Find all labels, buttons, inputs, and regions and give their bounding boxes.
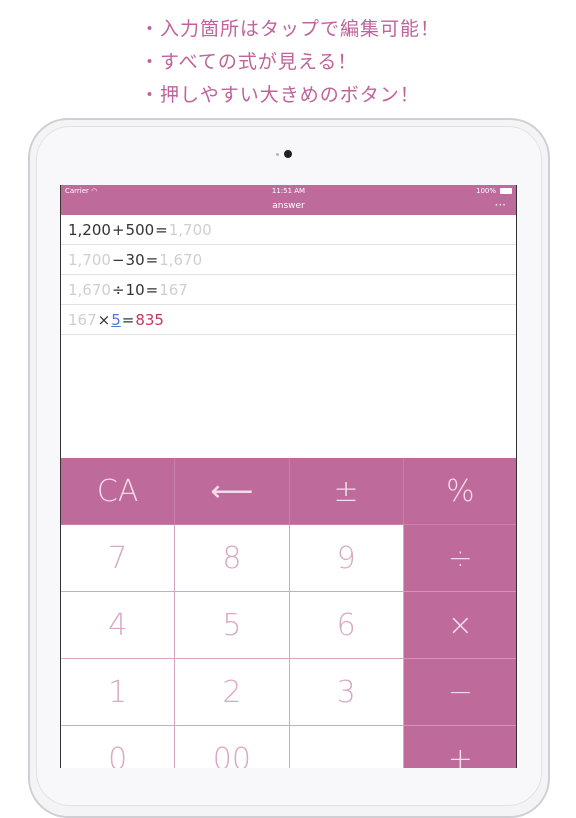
operator: ÷ [111, 281, 125, 299]
calculation-history: 1,200+500=1,700 1,700−30=1,670 1,670÷10=… [61, 215, 516, 335]
operand-b[interactable]: 500 [126, 221, 155, 239]
digit-9-button[interactable]: 9 [289, 525, 404, 592]
status-time: 11:51 AM [271, 187, 306, 195]
digit-1-button[interactable]: 1 [61, 659, 176, 726]
history-row[interactable]: 1,670÷10=167 [61, 276, 516, 305]
operator: × [97, 311, 111, 329]
status-bar: Carrier ◠ 11:51 AM 100% [61, 185, 516, 198]
operand-b[interactable]: 30 [126, 251, 145, 269]
battery-percent: 100% [475, 187, 496, 195]
history-row[interactable]: 1,200+500=1,700 [61, 216, 516, 245]
promo-line-1: ・入力箇所はタップで編集可能！ [140, 18, 441, 40]
add-button[interactable]: + [403, 726, 516, 768]
operand-b-editing[interactable]: 5 [111, 311, 121, 329]
result: 1,700 [168, 221, 212, 239]
keypad: CA ⟵ ± % 7 8 9 ÷ 4 5 6 × 1 2 3 − 0 00 + [61, 458, 516, 768]
operand-a[interactable]: 1,700 [68, 251, 111, 269]
history-row[interactable]: 1,700−30=1,670 [61, 246, 516, 275]
result: 1,670 [159, 251, 203, 269]
double-zero-button[interactable]: 00 [175, 726, 290, 768]
app-screen: Carrier ◠ 11:51 AM 100% answer ··· 1,200… [60, 185, 517, 768]
operand-a[interactable]: 167 [68, 311, 97, 329]
subtract-button[interactable]: − [403, 659, 516, 726]
operand-a[interactable]: 1,200 [68, 221, 111, 239]
more-icon[interactable]: ··· [495, 198, 506, 212]
operator: − [111, 251, 125, 269]
camera-icon [284, 150, 292, 158]
digit-8-button[interactable]: 8 [175, 525, 290, 592]
digit-2-button[interactable]: 2 [175, 659, 290, 726]
plus-minus-button[interactable]: ± [289, 458, 404, 525]
digit-0-button[interactable]: 0 [61, 726, 176, 768]
promo-line-3: ・押しやすい大きめのボタン！ [140, 84, 420, 106]
backspace-button[interactable]: ⟵ [175, 458, 290, 525]
decimal-button[interactable] [289, 726, 404, 768]
digit-4-button[interactable]: 4 [61, 592, 176, 659]
operator: + [111, 221, 125, 239]
clear-all-button[interactable]: CA [61, 458, 176, 525]
equals-sign: = [121, 311, 135, 329]
equals-sign: = [155, 221, 168, 239]
nav-title: answer [272, 201, 305, 211]
digit-7-button[interactable]: 7 [61, 525, 176, 592]
promo-line-2: ・すべての式が見える！ [140, 51, 358, 73]
result: 167 [159, 281, 188, 299]
nav-bar: answer ··· [61, 198, 516, 215]
percent-button[interactable]: % [403, 458, 516, 525]
battery-icon [500, 188, 512, 194]
operand-b[interactable]: 10 [126, 281, 145, 299]
equals-sign: = [145, 281, 159, 299]
digit-5-button[interactable]: 5 [175, 592, 290, 659]
digit-3-button[interactable]: 3 [289, 659, 404, 726]
multiply-button[interactable]: × [403, 592, 516, 659]
sensor-dot [276, 153, 279, 156]
equals-sign: = [145, 251, 159, 269]
digit-6-button[interactable]: 6 [289, 592, 404, 659]
result: 835 [135, 311, 164, 329]
divide-button[interactable]: ÷ [403, 525, 516, 592]
history-row-active[interactable]: 167×5=835 [61, 306, 516, 335]
operand-a[interactable]: 1,670 [68, 281, 111, 299]
